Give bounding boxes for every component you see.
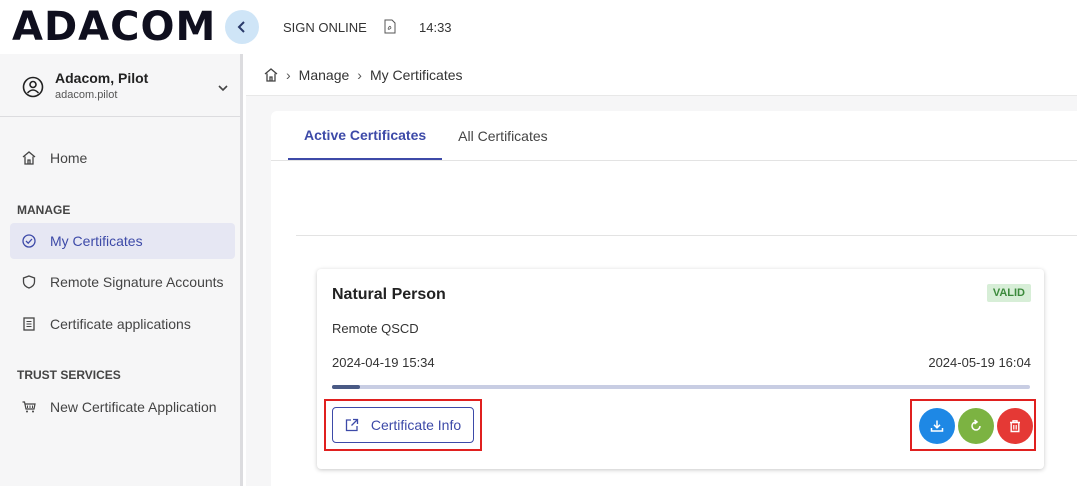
section-label-manage: MANAGE [17,203,71,217]
valid-from-date: 2024-04-19 15:34 [332,355,435,370]
certificate-card: Natural Person VALID Remote QSCD 2024-04… [317,269,1044,469]
content-panel: Active Certificates All Certificates Nat… [271,111,1077,486]
shield-icon [22,275,36,289]
download-icon [930,420,944,432]
sidebar: Adacom, Pilot adacom.pilot Home MANAGE M… [0,54,243,486]
renew-button[interactable] [958,408,994,444]
section-label-trust-services: TRUST SERVICES [17,368,121,382]
tab-active-certificates[interactable]: Active Certificates [288,111,443,160]
status-badge: VALID [986,284,1031,302]
logo: ADACOM [12,4,217,50]
chevron-left-icon [237,21,245,33]
breadcrumb-item-my-certificates: My Certificates [369,66,463,83]
divider [296,235,1077,236]
download-button[interactable] [919,408,955,444]
app-label: SIGN ONLINE [283,20,367,35]
certificate-title: Natural Person [332,286,446,303]
external-link-icon [345,418,359,432]
chevron-right-icon: › [286,66,291,83]
sidebar-item-label: Certificate applications [50,316,191,332]
certificate-type: Remote QSCD [332,321,419,336]
highlight-box: Certificate Info [324,399,482,451]
sidebar-item-label: My Certificates [50,233,143,249]
cart-icon [22,401,36,413]
trash-icon [1010,420,1020,433]
chevron-down-icon[interactable] [218,84,228,92]
check-circle-icon [22,234,36,248]
sidebar-item-new-certificate-application[interactable]: New Certificate Application [10,389,235,425]
sidebar-item-label: Home [50,150,88,166]
delete-button[interactable] [997,408,1033,444]
home-icon[interactable] [264,67,278,82]
breadcrumb: › Manage › My Certificates [246,54,1077,96]
main-content: Active Certificates All Certificates Nat… [246,96,1077,486]
refresh-icon [971,419,981,431]
user-username: adacom.pilot [55,89,118,101]
certificate-info-button[interactable]: Certificate Info [332,407,474,443]
user-avatar-icon [22,76,44,98]
tab-bar: Active Certificates All Certificates [288,111,564,160]
breadcrumb-item-manage[interactable]: Manage [299,67,350,83]
chevron-right-icon: › [357,66,362,83]
tab-all-certificates[interactable]: All Certificates [442,111,563,160]
top-bar: ADACOM SIGN ONLINE 14:33 [0,0,1077,54]
sidebar-item-home[interactable]: Home [10,140,235,176]
sidebar-item-remote-signature-accounts[interactable]: Remote Signature Accounts [10,264,235,300]
sidebar-item-label: New Certificate Application [50,399,217,415]
user-menu[interactable]: Adacom, Pilot adacom.pilot [0,54,240,117]
user-name: Adacom, Pilot [55,70,149,86]
sidebar-item-label: Remote Signature Accounts [50,274,224,290]
document-icon [23,317,35,331]
sidebar-item-certificate-applications[interactable]: Certificate applications [10,306,235,342]
pdf-file-icon[interactable] [384,19,396,34]
validity-progress-bar [332,385,1030,389]
sidebar-collapse-button[interactable] [225,10,259,44]
valid-to-date: 2024-05-19 16:04 [928,355,1031,370]
home-icon [22,151,36,165]
validity-progress-fill [332,385,360,389]
certificate-info-label: Certificate Info [370,417,462,433]
highlight-box [910,399,1036,451]
clock: 14:33 [419,20,452,35]
divider [271,160,1077,161]
sidebar-item-my-certificates[interactable]: My Certificates [10,223,235,259]
